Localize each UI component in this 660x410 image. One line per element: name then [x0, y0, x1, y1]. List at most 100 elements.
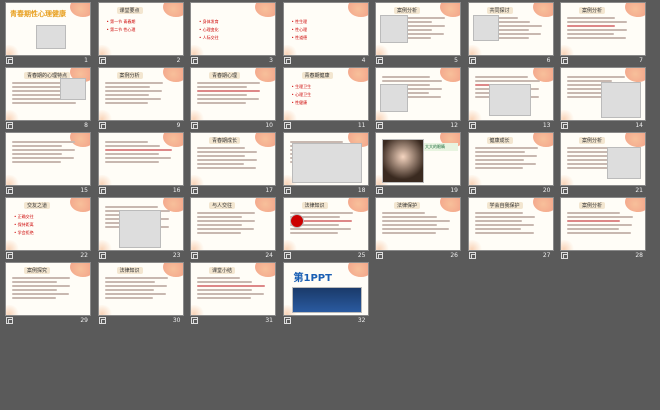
slide-thumbnail-2[interactable]: 课堂要点 • 第一节 青春期 • 第二节 性心理 2	[98, 3, 183, 67]
slide-preview[interactable]: 共同探讨	[468, 3, 553, 55]
slide-preview[interactable]: 青春期健康 • 生理卫生 • 心理卫生 • 性健康	[283, 68, 368, 120]
slide-thumbnail-25[interactable]: 法律知识 25	[283, 198, 368, 262]
slide-preview[interactable]: 案例分析	[561, 133, 645, 185]
slide-thumbnail-30[interactable]: 法律知识 30	[98, 263, 183, 327]
slide-preview[interactable]: 课堂要点 • 第一节 青春期 • 第二节 性心理	[98, 3, 183, 55]
slide-preview[interactable]: 案例探究	[6, 263, 90, 315]
transition-icon[interactable]	[376, 187, 383, 194]
slide-thumbnail-15[interactable]: 15	[6, 133, 90, 197]
transition-icon[interactable]	[283, 252, 291, 259]
slide-thumbnail-31[interactable]: 课堂小结 31	[191, 263, 275, 327]
slide-thumbnail-26[interactable]: 法律保护 26	[376, 198, 460, 262]
slide-text-block	[197, 147, 269, 171]
slide-preview[interactable]	[376, 68, 460, 120]
transition-icon[interactable]	[283, 187, 291, 194]
transition-icon[interactable]	[191, 317, 198, 324]
slide-thumbnail-27[interactable]: 学会自我保护 27	[468, 198, 553, 262]
slide-preview[interactable]	[98, 133, 183, 185]
slide-thumbnail-13[interactable]: 13	[468, 68, 553, 132]
slide-text-block	[197, 82, 269, 106]
slide-thumbnail-24[interactable]: 与人交往 24	[191, 198, 275, 262]
transition-icon[interactable]	[6, 122, 13, 129]
slide-thumbnail-16[interactable]: 16	[98, 133, 183, 197]
transition-icon[interactable]	[468, 187, 476, 194]
slide-thumbnail-22[interactable]: 交友之道 • 正确交往 • 保持距离 • 学会拒绝 22	[6, 198, 90, 262]
slide-thumbnail-7[interactable]: 案例分析 7	[561, 3, 645, 67]
slide-thumbnail-8[interactable]: 青春期的心理特点 8	[6, 68, 90, 132]
slide-preview[interactable]: 案例分析	[561, 198, 645, 250]
slide-thumbnail-11[interactable]: 青春期健康 • 生理卫生 • 心理卫生 • 性健康 11	[283, 68, 368, 132]
slide-preview[interactable]: 青春期成长	[191, 133, 275, 185]
slide-thumbnail-9[interactable]: 案例分析 9	[98, 68, 183, 132]
slide-thumbnail-28[interactable]: 案例分析 28	[561, 198, 645, 262]
transition-icon[interactable]	[98, 122, 106, 129]
transition-icon[interactable]	[376, 57, 383, 64]
transition-icon[interactable]	[561, 57, 568, 64]
slide-preview[interactable]: 交友之道 • 正确交往 • 保持距离 • 学会拒绝	[6, 198, 90, 250]
slide-preview[interactable]: 法律知识	[283, 198, 368, 250]
slide-preview[interactable]: 第1PPT	[283, 263, 368, 315]
transition-icon[interactable]	[283, 317, 291, 324]
slide-preview[interactable]: 大大的眼睛	[376, 133, 460, 185]
slide-thumbnail-14[interactable]: 14	[561, 68, 645, 132]
transition-icon[interactable]	[191, 122, 198, 129]
slide-preview[interactable]: 法律保护	[376, 198, 460, 250]
slide-preview[interactable]: 青春期的心理特点	[6, 68, 90, 120]
slide-preview[interactable]: 案例分析	[376, 3, 460, 55]
transition-icon[interactable]	[6, 57, 13, 64]
emblem-icon	[289, 214, 304, 228]
transition-icon[interactable]	[283, 122, 291, 129]
slide-thumbnail-3[interactable]: • 身体发育 • 心理变化 • 人际交往 3	[191, 3, 275, 67]
slide-preview[interactable]: 与人交往	[191, 198, 275, 250]
transition-icon[interactable]	[6, 317, 13, 324]
slide-preview[interactable]	[283, 133, 368, 185]
slide-preview[interactable]: • 性生理 • 性心理 • 性道德	[283, 3, 368, 55]
transition-icon[interactable]	[561, 187, 568, 194]
slide-preview[interactable]: • 身体发育 • 心理变化 • 人际交往	[191, 3, 275, 55]
slide-preview[interactable]: 青春期性心理健康	[6, 3, 90, 55]
slide-thumbnail-6[interactable]: 共同探讨 6	[468, 3, 553, 67]
slide-thumbnail-23[interactable]: 23	[98, 198, 183, 262]
transition-icon[interactable]	[468, 122, 476, 129]
transition-icon[interactable]	[98, 317, 106, 324]
transition-icon[interactable]	[561, 122, 568, 129]
slide-thumbnail-32[interactable]: 第1PPT 32	[283, 263, 368, 327]
slide-thumbnail-12[interactable]: 12	[376, 68, 460, 132]
transition-icon[interactable]	[191, 57, 198, 64]
slide-preview[interactable]: 案例分析	[98, 68, 183, 120]
slide-preview[interactable]: 案例分析	[561, 3, 645, 55]
slide-thumbnail-17[interactable]: 青春期成长 17	[191, 133, 275, 197]
slide-thumbnail-21[interactable]: 案例分析 21	[561, 133, 645, 197]
slide-thumbnail-29[interactable]: 案例探究 29	[6, 263, 90, 327]
slide-thumbnail-18[interactable]: 18	[283, 133, 368, 197]
slide-preview[interactable]: 青春期心理	[191, 68, 275, 120]
slide-preview[interactable]	[6, 133, 90, 185]
slide-thumbnail-5[interactable]: 案例分析 5	[376, 3, 460, 67]
transition-icon[interactable]	[561, 252, 568, 259]
slide-thumbnail-19[interactable]: 大大的眼睛 19	[376, 133, 460, 197]
slide-preview[interactable]	[98, 198, 183, 250]
transition-icon[interactable]	[468, 252, 476, 259]
slide-preview[interactable]	[561, 68, 645, 120]
slide-preview[interactable]: 健康成长	[468, 133, 553, 185]
transition-icon[interactable]	[98, 252, 106, 259]
transition-icon[interactable]	[376, 252, 383, 259]
transition-icon[interactable]	[6, 187, 13, 194]
slide-preview[interactable]: 法律知识	[98, 263, 183, 315]
slide-number: 13	[542, 122, 551, 129]
transition-icon[interactable]	[283, 57, 291, 64]
slide-thumbnail-10[interactable]: 青春期心理 10	[191, 68, 275, 132]
slide-thumbnail-4[interactable]: • 性生理 • 性心理 • 性道德 4	[283, 3, 368, 67]
transition-icon[interactable]	[98, 187, 106, 194]
slide-thumbnail-20[interactable]: 健康成长 20	[468, 133, 553, 197]
slide-preview[interactable]: 学会自我保护	[468, 198, 553, 250]
transition-icon[interactable]	[6, 252, 13, 259]
transition-icon[interactable]	[376, 122, 383, 129]
slide-thumbnail-1[interactable]: 青春期性心理健康 1	[6, 3, 90, 67]
transition-icon[interactable]	[191, 252, 198, 259]
slide-preview[interactable]	[468, 68, 553, 120]
slide-preview[interactable]: 课堂小结	[191, 263, 275, 315]
transition-icon[interactable]	[468, 57, 476, 64]
transition-icon[interactable]	[98, 57, 106, 64]
transition-icon[interactable]	[191, 187, 198, 194]
